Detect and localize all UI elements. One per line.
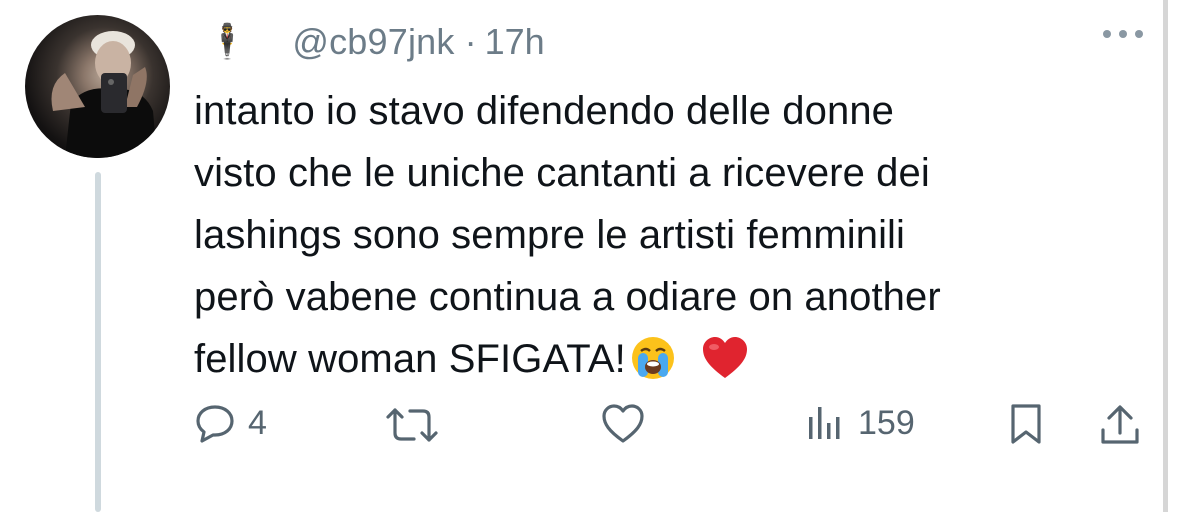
heart-emoji (702, 337, 747, 378)
author-handle[interactable]: @cb97jnk (292, 21, 454, 63)
bookmark-icon (1011, 404, 1041, 444)
timestamp[interactable]: 17h (485, 21, 545, 63)
like-icon (602, 404, 644, 443)
views-icon (809, 407, 840, 439)
bookmark-button[interactable] (1006, 403, 1046, 445)
tweet-actions: 4 159 (0, 395, 1179, 455)
reply-button[interactable]: 4 (194, 403, 267, 443)
separator-dot: · (464, 21, 477, 62)
man-in-suit-emoji: 🕴 (206, 23, 249, 61)
retweet-button[interactable] (382, 405, 442, 445)
views-button[interactable]: 159 (806, 403, 915, 443)
reply-count: 4 (248, 403, 267, 442)
tweet-text-content: intanto io stavo difendendo delle donne … (194, 89, 941, 381)
views-count: 159 (858, 403, 915, 442)
avatar[interactable] (25, 15, 170, 158)
reply-icon (196, 405, 234, 443)
retweet-icon (386, 408, 438, 442)
crying-face-emoji (631, 337, 674, 379)
like-button[interactable] (600, 403, 646, 445)
tweet-header: 🕴 @cb97jnk · 17h (206, 14, 545, 70)
share-icon (1101, 405, 1139, 444)
more-icon[interactable] (1098, 24, 1148, 44)
tweet-text: intanto io stavo difendendo delle donne … (194, 80, 1134, 390)
thread-line (95, 172, 101, 512)
share-button[interactable] (1098, 403, 1142, 447)
